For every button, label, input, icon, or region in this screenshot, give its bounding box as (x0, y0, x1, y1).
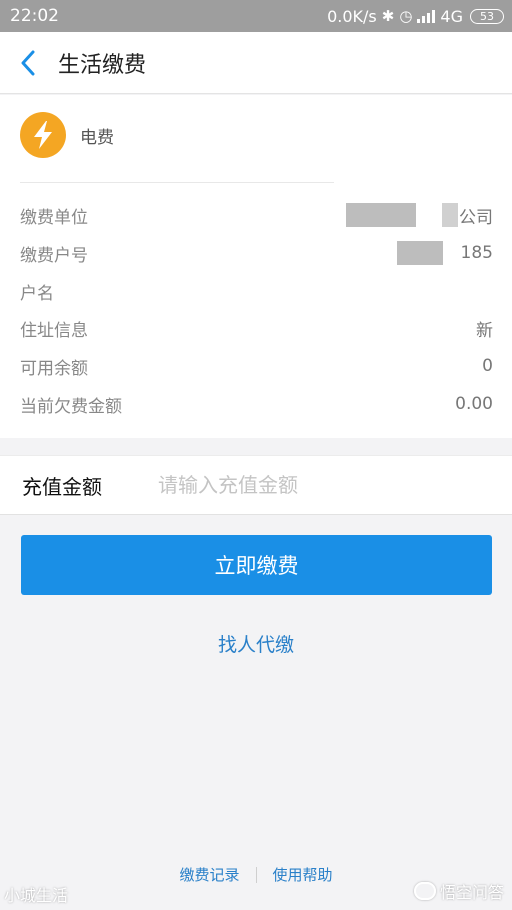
divider (20, 182, 334, 183)
info-value: 新 (476, 320, 493, 341)
info-label: 缴费户号 (20, 245, 88, 266)
amount-input[interactable] (158, 473, 488, 497)
bill-info-card: 电费 缴费单位 公司 缴费户号 185 户名 住址信息 新 可用余额 0 当前欠… (0, 95, 512, 438)
info-row-address: 住址信息 新 (20, 313, 493, 343)
battery-icon: 53 (470, 8, 504, 24)
info-label: 住址信息 (20, 320, 88, 341)
watermark-right-text: 悟空问答 (439, 883, 504, 902)
network-type: 4G (440, 6, 463, 26)
info-label: 户名 (20, 283, 54, 304)
info-row-arrears: 当前欠费金额 0.00 (20, 389, 493, 419)
help-link[interactable]: 使用帮助 (273, 864, 333, 885)
status-icons: 0.0K/s ✱ ◷ 4G 53 (327, 7, 504, 26)
info-row-account: 缴费户号 185 (20, 238, 493, 268)
biller-header: 电费 (20, 112, 114, 158)
biller-name: 电费 (80, 127, 114, 148)
chevron-left-icon (21, 50, 35, 75)
page-title: 生活缴费 (58, 52, 147, 78)
alarm-icon: ◷ (399, 7, 413, 25)
back-button[interactable] (0, 32, 56, 94)
proxy-pay-link[interactable]: 找人代缴 (0, 630, 512, 657)
amount-row: 充值金额 (0, 455, 512, 515)
info-value: 0 (482, 356, 493, 376)
pay-now-button[interactable]: 立即缴费 (21, 535, 492, 595)
info-row-name: 户名 (20, 276, 493, 306)
info-row-balance: 可用余额 0 (20, 351, 493, 381)
amount-label: 充值金额 (22, 474, 102, 499)
info-label: 当前欠费金额 (20, 396, 122, 417)
payment-records-link[interactable]: 缴费记录 (179, 864, 239, 885)
status-bar: 22:02 0.0K/s ✱ ◷ 4G 53 (0, 0, 512, 32)
info-value: 0.00 (455, 394, 493, 414)
redacted-block (396, 241, 443, 265)
lightning-bolt-icon (20, 112, 66, 158)
info-value: 185 (396, 241, 493, 265)
info-row-unit: 缴费单位 公司 (20, 200, 493, 230)
speech-bubble-icon (413, 882, 436, 900)
watermark-right: 悟空问答 (413, 879, 504, 903)
watermark-left: 小城生活 (4, 886, 69, 905)
nav-bar: 生活缴费 (0, 32, 512, 94)
net-speed: 0.0K/s (327, 6, 377, 26)
info-label: 可用余额 (20, 358, 88, 379)
battery-level: 53 (480, 9, 494, 23)
status-time: 22:02 (10, 6, 59, 26)
info-label: 缴费单位 (20, 207, 88, 228)
footer-divider (255, 866, 257, 883)
signal-icon (417, 9, 436, 23)
bluetooth-icon: ✱ (381, 7, 395, 25)
info-value: 公司 (346, 203, 493, 228)
redacted-block (442, 203, 458, 227)
redacted-block (346, 203, 416, 227)
